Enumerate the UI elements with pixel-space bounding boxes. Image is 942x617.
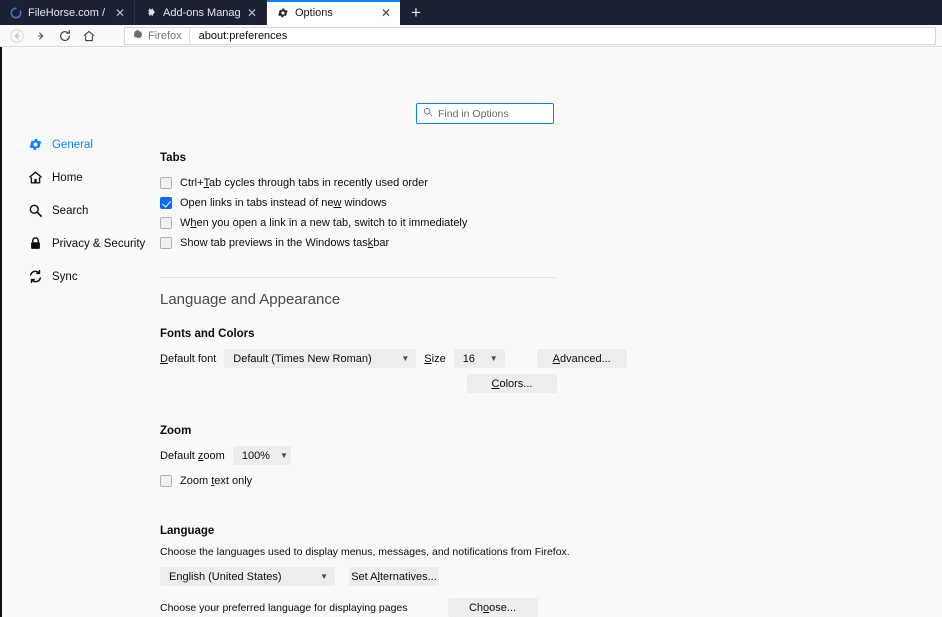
gear-icon (276, 6, 289, 19)
zoom-section-title: Zoom (160, 425, 192, 437)
language-description: Choose the languages used to display men… (160, 546, 570, 558)
option-tab-previews-taskbar[interactable]: Show tab previews in the Windows taskbar (160, 233, 942, 253)
url-text[interactable]: about:preferences (190, 30, 288, 42)
sidebar-item-label: Privacy & Security (52, 237, 146, 250)
chevron-down-icon: ▼ (279, 451, 288, 460)
search-icon (28, 203, 43, 218)
firefox-icon (133, 29, 144, 43)
sync-icon (28, 269, 43, 284)
navigation-toolbar: Firefox about:preferences (0, 25, 942, 47)
checkbox[interactable] (160, 177, 172, 189)
font-size-value: 16 (462, 352, 475, 365)
checkbox[interactable] (160, 475, 172, 487)
chevron-down-icon: ▼ (489, 354, 498, 363)
default-zoom-row: Default zoom 100% ▼ (160, 446, 942, 465)
preferences-content: Tabs Ctrl+Tab cycles through tabs in rec… (160, 47, 942, 617)
default-zoom-select[interactable]: 100% ▼ (232, 446, 291, 465)
language-appearance-title: Language and Appearance (160, 291, 341, 308)
browser-tab-title: Options (295, 6, 333, 19)
sidebar-item-home[interactable]: Home (2, 166, 160, 189)
preferences-sidebar: General Home Search Privacy & Security S (2, 47, 160, 617)
set-alternatives-button[interactable]: Set Alternatives... (349, 567, 439, 586)
checkbox[interactable] (160, 237, 172, 249)
sidebar-item-label: Home (52, 171, 83, 184)
reload-button[interactable] (54, 27, 76, 45)
checkbox[interactable] (160, 197, 172, 209)
sidebar-item-privacy-security[interactable]: Privacy & Security (2, 232, 160, 255)
lock-icon (28, 236, 43, 251)
browser-tab-title: Add-ons Manager (163, 6, 240, 19)
default-font-row: Default font Default (Times New Roman) ▼… (160, 349, 942, 368)
sidebar-item-sync[interactable]: Sync (2, 265, 160, 288)
chevron-down-icon: ▼ (320, 572, 328, 581)
sidebar-item-label: Search (52, 204, 89, 217)
tab-strip: FileHorse.com / Free Software ✕ Add-ons … (0, 0, 942, 25)
search-icon (423, 107, 433, 120)
url-bar[interactable]: Firefox about:preferences (124, 26, 936, 45)
find-in-options-wrap: Find in Options (416, 103, 554, 124)
chevron-down-icon: ▼ (401, 354, 410, 363)
colors-row: Colors... (160, 374, 942, 393)
filehorse-icon (9, 6, 22, 19)
sidebar-item-label: Sync (52, 270, 78, 283)
advanced-button[interactable]: Advanced... (536, 349, 627, 368)
browser-tab-addons[interactable]: Add-ons Manager ✕ (135, 0, 267, 25)
sidebar-item-general[interactable]: General (2, 133, 160, 156)
tab-close-icon[interactable]: ✕ (114, 7, 126, 19)
default-zoom-value: 100% (241, 449, 270, 462)
search-placeholder: Find in Options (438, 107, 509, 120)
browser-tab-title: FileHorse.com / Free Software (28, 6, 108, 19)
default-font-label: Default font (160, 352, 217, 365)
browser-tab-filehorse[interactable]: FileHorse.com / Free Software ✕ (0, 0, 135, 25)
puzzle-icon (144, 6, 157, 19)
back-button[interactable] (6, 27, 28, 45)
default-font-value: Default (Times New Roman) (233, 352, 372, 365)
checkbox[interactable] (160, 217, 172, 229)
default-zoom-label: Default zoom (160, 449, 225, 462)
option-label: Zoom text only (180, 475, 253, 487)
preferred-language-description: Choose your preferred language for displ… (160, 601, 408, 614)
option-label: Open links in tabs instead of new window… (180, 197, 387, 209)
home-button[interactable] (78, 27, 100, 45)
preferences-page: Find in Options General Home Search Priv… (0, 47, 942, 617)
home-icon (28, 170, 43, 185)
browser-tab-options[interactable]: Options ✕ (267, 0, 400, 25)
font-size-label: Size (424, 352, 446, 365)
sidebar-item-label: General (52, 138, 93, 151)
search-input[interactable]: Find in Options (416, 103, 554, 124)
choose-button[interactable]: Choose... (447, 598, 538, 617)
preferred-language-row: Choose your preferred language for displ… (160, 598, 942, 617)
language-value: English (United States) (169, 570, 282, 583)
option-open-links-in-tabs[interactable]: Open links in tabs instead of new window… (160, 193, 942, 213)
language-select-row: English (United States) ▼ Set Alternativ… (160, 567, 942, 586)
gear-icon (28, 137, 43, 152)
option-label: Ctrl+Tab cycles through tabs in recently… (180, 177, 428, 189)
identity-box[interactable]: Firefox (125, 27, 190, 44)
sidebar-item-search[interactable]: Search (2, 199, 160, 222)
default-font-select[interactable]: Default (Times New Roman) ▼ (224, 349, 417, 368)
option-label: Show tab previews in the Windows taskbar (180, 237, 390, 249)
colors-button[interactable]: Colors... (467, 374, 557, 393)
option-label: When you open a link in a new tab, switc… (180, 217, 468, 229)
language-section-title: Language (160, 525, 215, 537)
tab-close-icon[interactable]: ✕ (380, 7, 392, 19)
new-tab-button[interactable]: + (400, 0, 432, 25)
option-switch-to-new-tab[interactable]: When you open a link in a new tab, switc… (160, 213, 942, 233)
font-size-select[interactable]: 16 ▼ (453, 349, 505, 368)
section-divider (160, 277, 556, 278)
option-zoom-text-only[interactable]: Zoom text only (160, 471, 942, 491)
tabs-section-title: Tabs (160, 152, 186, 164)
tab-close-icon[interactable]: ✕ (246, 7, 258, 19)
option-ctrl-tab-cycles[interactable]: Ctrl+Tab cycles through tabs in recently… (160, 173, 942, 193)
identity-label: Firefox (148, 29, 182, 42)
forward-button[interactable] (30, 27, 52, 45)
language-select[interactable]: English (United States) ▼ (160, 567, 335, 586)
fonts-colors-title: Fonts and Colors (160, 328, 255, 340)
